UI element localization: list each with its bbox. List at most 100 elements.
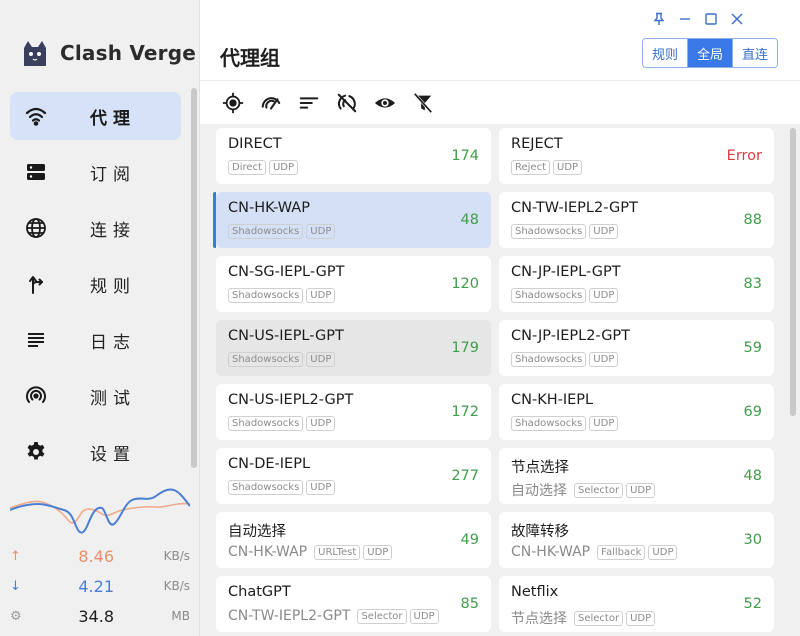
mode-rule-button[interactable]: 规则 (643, 39, 689, 67)
proxy-tag: Shadowsocks (511, 416, 587, 431)
proxy-delay[interactable]: 83 (744, 276, 762, 292)
proxy-card[interactable]: REJECT Reject UDP Error (499, 128, 774, 184)
cat-logo-icon (24, 41, 46, 66)
sidebar-item-subscriptions[interactable]: 订阅 (10, 148, 181, 196)
proxy-tag: UDP (306, 224, 336, 239)
proxy-card[interactable]: CN-US-IEPL-GPT Shadowsocks UDP 179 (216, 320, 491, 376)
proxy-meta: Reject UDP (511, 160, 585, 175)
proxy-delay[interactable]: 48 (744, 468, 762, 484)
proxy-tag: Shadowsocks (511, 288, 587, 303)
sidebar-scrollbar[interactable] (191, 88, 197, 468)
sidebar-item-label: 设置 (90, 444, 136, 465)
sidebar-item-label: 测试 (90, 388, 136, 409)
maximize-button[interactable] (698, 8, 724, 30)
proxy-current-node: 节点选择 (511, 611, 567, 627)
globe-icon (26, 218, 46, 238)
proxy-card[interactable]: DIRECT Direct UDP 174 (216, 128, 491, 184)
sidebar-item-proxy[interactable]: 代理 (10, 92, 181, 140)
sidebar-item-connections[interactable]: 连接 (10, 204, 181, 252)
proxy-delay[interactable]: 172 (451, 404, 479, 420)
proxy-delay[interactable]: 48 (461, 212, 479, 228)
header-divider (200, 80, 800, 81)
proxy-delay[interactable]: 59 (744, 340, 762, 356)
proxy-tag: Reject (511, 160, 551, 175)
proxy-card[interactable]: CN-KH-IEPL Shadowsocks UDP 69 (499, 384, 774, 440)
proxy-tag: Shadowsocks (228, 480, 304, 495)
proxy-delay[interactable]: 85 (461, 596, 479, 612)
proxy-delay[interactable]: 120 (451, 276, 479, 292)
proxy-tag: Shadowsocks (511, 224, 587, 239)
wifi-icon (25, 107, 47, 126)
app-name: Clash Verge (60, 41, 197, 65)
toggle-visibility-button[interactable] (374, 92, 398, 116)
proxy-delay[interactable]: 88 (744, 212, 762, 228)
minimize-button[interactable] (672, 8, 698, 30)
proxy-tag: Shadowsocks (228, 288, 304, 303)
proxy-delay[interactable]: 52 (744, 596, 762, 612)
proxy-tag: UDP (553, 160, 583, 175)
pin-icon (653, 12, 665, 25)
proxy-card[interactable]: CN-SG-IEPL-GPT Shadowsocks UDP 120 (216, 256, 491, 312)
proxy-card[interactable]: Netflix 节点选择 Selector UDP 52 (499, 576, 774, 632)
proxy-delay[interactable]: 277 (451, 468, 479, 484)
proxy-delay[interactable]: Error (727, 148, 762, 164)
url-test-button[interactable] (336, 92, 360, 116)
download-unit: KB/s (163, 579, 190, 593)
proxy-tag: Shadowsocks (511, 352, 587, 367)
proxy-card[interactable]: CN-HK-WAP Shadowsocks UDP 48 (213, 192, 491, 248)
window-controls (646, 8, 750, 30)
sidebar-item-test[interactable]: 测试 (10, 372, 181, 420)
proxy-tag: UDP (589, 416, 619, 431)
proxy-delay[interactable]: 179 (451, 340, 479, 356)
proxy-delay[interactable]: 49 (461, 532, 479, 548)
page-title: 代理组 (220, 46, 280, 70)
sidebar: Clash Verge 代理 订阅 连接 规则 日志 测试 设置 ↑ 8.46 … (0, 0, 200, 636)
sidebar-item-logs[interactable]: 日志 (10, 316, 181, 364)
proxy-tag: Selector (357, 608, 407, 624)
proxy-tag: UDP (626, 610, 656, 626)
sidebar-item-rules[interactable]: 规则 (10, 260, 181, 308)
proxy-name: CN-JP-IEPL-GPT (511, 264, 621, 280)
proxy-card[interactable]: CN-JP-IEPL-GPT Shadowsocks UDP 83 (499, 256, 774, 312)
proxy-meta: 自动选择 Selector UDP (511, 480, 658, 500)
proxy-card[interactable]: CN-TW-IEPL2-GPT Shadowsocks UDP 88 (499, 192, 774, 248)
server-icon (27, 164, 45, 180)
proxy-card[interactable]: 自动选择 CN-HK-WAP URLTest UDP 49 (216, 512, 491, 568)
proxy-delay[interactable]: 69 (744, 404, 762, 420)
proxy-name: CN-US-IEPL-GPT (228, 328, 344, 344)
sort-button[interactable] (298, 92, 322, 116)
maximize-icon (705, 13, 717, 25)
proxy-delay[interactable]: 30 (744, 532, 762, 548)
locate-button[interactable] (222, 92, 246, 116)
proxy-name: CN-TW-IEPL2-GPT (511, 200, 638, 216)
mode-direct-button[interactable]: 直连 (733, 39, 778, 67)
mode-switch: 规则 全局 直连 (642, 38, 779, 68)
proxy-list-scrollbar[interactable] (790, 128, 796, 416)
proxy-name: ChatGPT (228, 584, 291, 600)
proxy-card[interactable]: 节点选择 自动选择 Selector UDP 48 (499, 448, 774, 504)
proxy-card[interactable]: CN-JP-IEPL2-GPT Shadowsocks UDP 59 (499, 320, 774, 376)
broadcast-icon (26, 386, 46, 403)
mode-global-button[interactable]: 全局 (688, 39, 734, 67)
filter-button[interactable] (412, 92, 436, 116)
proxy-meta: 节点选择 Selector UDP (511, 608, 658, 628)
upload-unit: KB/s (163, 549, 190, 563)
proxy-name: CN-SG-IEPL-GPT (228, 264, 345, 280)
app-logo: Clash Verge (20, 38, 196, 68)
proxy-name: CN-DE-IEPL (228, 456, 311, 472)
delay-check-button[interactable] (260, 92, 284, 116)
close-button[interactable] (724, 8, 750, 30)
proxy-card[interactable]: CN-DE-IEPL Shadowsocks UDP 277 (216, 448, 491, 504)
proxy-card[interactable]: ChatGPT CN-TW-IEPL2-GPT Selector UDP 85 (216, 576, 491, 632)
proxy-name: 自动选择 (228, 524, 286, 540)
proxy-meta: Shadowsocks UDP (228, 352, 338, 367)
proxy-meta: Shadowsocks UDP (228, 416, 338, 431)
sidebar-item-settings[interactable]: 设置 (10, 428, 181, 476)
proxy-delay[interactable]: 174 (451, 148, 479, 164)
gear-icon (27, 442, 45, 460)
pin-button[interactable] (646, 8, 672, 30)
proxy-tag: UDP (626, 482, 656, 498)
proxy-name: CN-KH-IEPL (511, 392, 594, 408)
proxy-card[interactable]: CN-US-IEPL2-GPT Shadowsocks UDP 172 (216, 384, 491, 440)
proxy-card[interactable]: 故障转移 CN-HK-WAP Fallback UDP 30 (499, 512, 774, 568)
